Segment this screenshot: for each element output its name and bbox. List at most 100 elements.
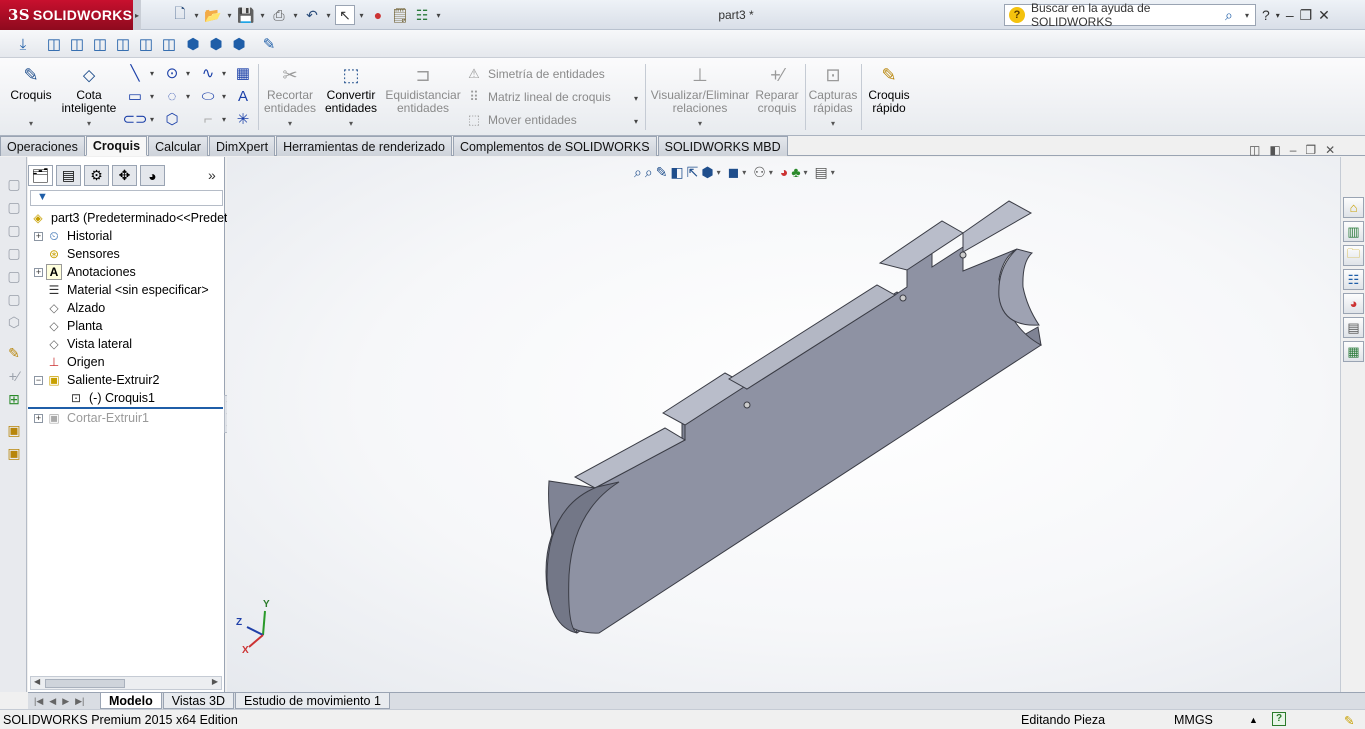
- tree-item-cortar-extruir1[interactable]: + ▣ Cortar-Extruir1: [34, 409, 149, 427]
- resources-home-icon[interactable]: ⌂: [1343, 197, 1364, 218]
- tab-operaciones[interactable]: Operaciones: [0, 136, 85, 156]
- new-document-icon[interactable]: 🗋: [170, 5, 190, 25]
- save-icon[interactable]: 💾: [236, 5, 256, 25]
- tree-item-historial[interactable]: + ⏲ Historial: [34, 227, 112, 245]
- expand-icon[interactable]: +: [34, 231, 43, 241]
- last-tab-icon[interactable]: ▶|: [75, 696, 84, 707]
- normal-to-icon[interactable]: ⤓: [14, 35, 32, 53]
- smart-dimension-button[interactable]: ⬦ Cota inteligente ▾: [60, 64, 118, 130]
- mirror-entities-button[interactable]: ⚠ Simetría de entidades: [466, 66, 605, 82]
- tab-vistas-3d[interactable]: Vistas 3D: [162, 693, 235, 709]
- dimxpert-manager-tab-icon[interactable]: ✥: [112, 165, 137, 186]
- fillet-icon[interactable]: ⌐: [199, 110, 217, 128]
- tree-item-material[interactable]: ☰ Material <sin especificar>: [46, 281, 209, 299]
- croquis-button[interactable]: ✎ Croquis ▾: [8, 64, 54, 130]
- view-front-icon[interactable]: ◫: [45, 35, 63, 53]
- rapid-sketch-button[interactable]: ✎ Croquis rápido: [864, 64, 914, 115]
- units-dropdown-icon[interactable]: ▲: [1249, 715, 1258, 725]
- select-pointer-icon[interactable]: ↖: [335, 5, 355, 25]
- viewport-tile-icon[interactable]: ◫: [1249, 143, 1260, 157]
- scroll-left-icon[interactable]: ◀: [34, 677, 40, 686]
- feature-icon[interactable]: ▣: [5, 421, 23, 439]
- close-icon[interactable]: ✕: [1318, 7, 1330, 24]
- search-dropdown-icon[interactable]: ▾: [1245, 11, 1255, 20]
- expand-icon[interactable]: +: [34, 267, 43, 277]
- prev-tab-icon[interactable]: ◀: [49, 696, 56, 707]
- open-dropdown-icon[interactable]: ▾: [225, 11, 234, 20]
- move-dropdown-icon[interactable]: ▾: [634, 117, 638, 126]
- viewport-minimize-icon[interactable]: –: [1290, 143, 1297, 157]
- help-icon[interactable]: ?: [1262, 7, 1270, 23]
- file-explorer-icon[interactable]: 🗀: [1343, 245, 1364, 266]
- convert-dropdown-icon[interactable]: ▾: [322, 117, 380, 130]
- tree-item-croquis1[interactable]: ⊡ (-) Croquis1: [68, 389, 155, 407]
- select-dropdown-icon[interactable]: ▾: [357, 11, 366, 20]
- repair-icon[interactable]: +⁄: [5, 367, 23, 385]
- arc-icon[interactable]: ◌: [163, 87, 181, 105]
- view-bottom-icon[interactable]: ◫: [160, 35, 178, 53]
- restore-icon[interactable]: ❐: [1300, 7, 1313, 24]
- forum-icon[interactable]: ▦: [1343, 341, 1364, 362]
- more-tabs-icon[interactable]: »: [208, 167, 216, 183]
- edit-sketch-icon[interactable]: ✎: [5, 344, 23, 362]
- tab-solidworks-mbd[interactable]: SOLIDWORKS MBD: [657, 136, 788, 156]
- undo-icon[interactable]: ↶: [302, 5, 322, 25]
- file-properties-icon[interactable]: 🗒: [390, 5, 410, 25]
- repair-sketch-button[interactable]: +⁄ Reparar croquis: [754, 64, 800, 115]
- arc-dropdown-icon[interactable]: ▾: [186, 92, 190, 101]
- viewport-close-icon[interactable]: ✕: [1325, 143, 1335, 157]
- options-dropdown-icon[interactable]: ▾: [434, 11, 443, 20]
- croquis-dropdown-icon[interactable]: ▾: [8, 117, 54, 130]
- circle-icon[interactable]: ⊙: [163, 64, 181, 82]
- offset-entities-button[interactable]: ⊐ Equidistanciar entidades: [385, 64, 461, 115]
- part-model[interactable]: [227, 157, 1340, 692]
- tree-item-origen[interactable]: ⊥ Origen: [46, 353, 105, 371]
- tree-item-vista-lateral[interactable]: ◇ Vista lateral: [46, 335, 132, 353]
- search-input[interactable]: Buscar en la ayuda de SOLIDWORKS: [1031, 1, 1225, 29]
- save-dropdown-icon[interactable]: ▾: [258, 11, 267, 20]
- scroll-right-icon[interactable]: ▶: [212, 677, 218, 686]
- tab-croquis[interactable]: Croquis: [85, 136, 148, 156]
- ellipse-icon[interactable]: ⬭: [199, 87, 217, 105]
- view-right-icon[interactable]: ◫: [114, 35, 132, 53]
- minimize-icon[interactable]: –: [1286, 7, 1294, 23]
- design-library-icon[interactable]: ▥: [1343, 221, 1364, 242]
- graphics-area[interactable]: ⌕ ⌕ ✎ ◧ ⇱ ⬢ ▾ ◼ ▾ ⚇ ▾ ◕ ♣ ▾ ▤ ▾ Y Z X: [227, 157, 1340, 692]
- move-entities-button[interactable]: ⬚ Mover entidades: [466, 112, 577, 128]
- tab-estudio-movimiento[interactable]: Estudio de movimiento 1: [235, 693, 390, 709]
- sketch-face-icon[interactable]: ▢: [5, 267, 23, 285]
- open-folder-icon[interactable]: 📂: [203, 5, 223, 25]
- tab-modelo[interactable]: Modelo: [100, 693, 162, 709]
- tree-item-anotaciones[interactable]: + A Anotaciones: [34, 263, 136, 281]
- point-icon[interactable]: ✳: [234, 110, 252, 128]
- ellipse-dropdown-icon[interactable]: ▾: [222, 92, 226, 101]
- relations-icon[interactable]: ⊞: [5, 390, 23, 408]
- circle-dropdown-icon[interactable]: ▾: [186, 69, 190, 78]
- view-iso-icon[interactable]: ⬢: [184, 35, 202, 53]
- sketch-face-icon[interactable]: ⬡: [5, 313, 23, 331]
- line-icon[interactable]: ╲: [126, 64, 144, 82]
- tab-calcular[interactable]: Calcular: [148, 136, 208, 156]
- status-help-icon[interactable]: ?: [1272, 712, 1286, 726]
- slot-icon[interactable]: ⊂⊃: [122, 110, 147, 128]
- sketch-face-icon[interactable]: ▢: [5, 175, 23, 193]
- view-top-icon[interactable]: ◫: [137, 35, 155, 53]
- slot-dropdown-icon[interactable]: ▾: [150, 115, 154, 124]
- first-tab-icon[interactable]: |◀: [34, 696, 43, 707]
- print-icon[interactable]: ⎙: [269, 5, 289, 25]
- configuration-manager-tab-icon[interactable]: ⚙: [84, 165, 109, 186]
- spline-dropdown-icon[interactable]: ▾: [222, 69, 226, 78]
- view-palette-icon[interactable]: ☷: [1343, 269, 1364, 290]
- spline-icon[interactable]: ∿: [199, 64, 217, 82]
- line-dropdown-icon[interactable]: ▾: [150, 69, 154, 78]
- collapse-icon[interactable]: −: [34, 375, 43, 385]
- fillet-dropdown-icon[interactable]: ▾: [222, 115, 226, 124]
- text-icon[interactable]: A: [234, 87, 252, 105]
- linear-pattern-button[interactable]: ⠿ Matriz lineal de croquis: [466, 89, 610, 105]
- convert-entities-button[interactable]: ⬚ Convertir entidades ▾: [322, 64, 380, 130]
- viewport-split-icon[interactable]: ◧: [1269, 143, 1280, 157]
- tab-dimxpert[interactable]: DimXpert: [208, 136, 276, 156]
- new-dropdown-icon[interactable]: ▾: [192, 11, 201, 20]
- tab-complementos[interactable]: Complementos de SOLIDWORKS: [452, 136, 657, 156]
- rectangle-dropdown-icon[interactable]: ▾: [150, 92, 154, 101]
